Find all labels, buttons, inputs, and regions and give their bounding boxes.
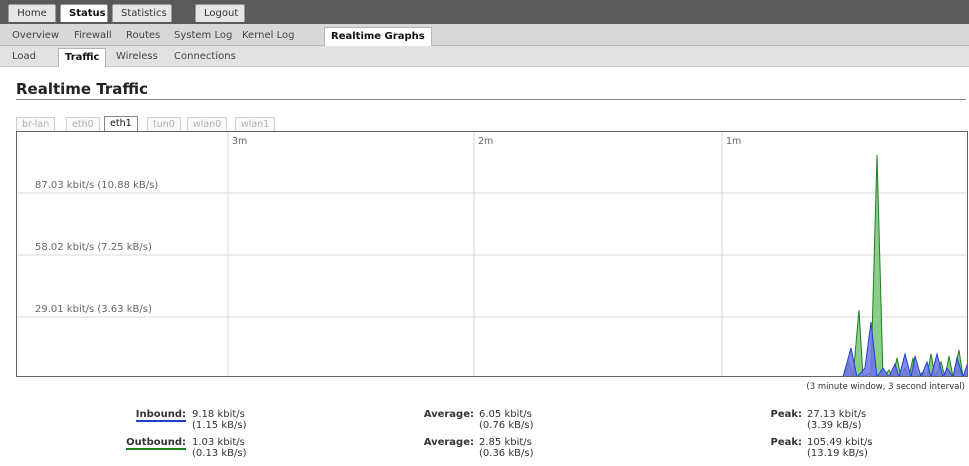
menu-logout[interactable]: Logout xyxy=(195,4,245,22)
tab-br-lan[interactable]: br-lan xyxy=(16,117,56,132)
outbound-current: 1.03 kbit/s (0.13 kB/s) xyxy=(192,437,247,459)
inbound-average: 6.05 kbit/s (0.76 kB/s) xyxy=(479,409,534,431)
page-title: Realtime Traffic xyxy=(16,80,149,98)
graphs-submenu: Load Traffic Wireless Connections xyxy=(0,46,969,67)
submenu-traffic[interactable]: Traffic xyxy=(58,48,107,67)
submenu-routes[interactable]: Routes xyxy=(120,27,166,45)
inbound-label: Inbound: xyxy=(135,409,186,422)
title-divider xyxy=(16,99,966,100)
top-menu-bar: Home Status Statistics Logout xyxy=(0,0,969,24)
window-note: (3 minute window, 3 second interval) xyxy=(806,382,965,392)
submenu-connections[interactable]: Connections xyxy=(168,48,242,66)
outbound-label: Outbound: xyxy=(126,437,186,450)
y-label-29: 29.01 kbit/s (3.63 kB/s) xyxy=(35,304,152,315)
submenu-firewall[interactable]: Firewall xyxy=(68,27,118,45)
tab-tun0[interactable]: tun0 xyxy=(147,117,181,132)
outbound-average-label: Average: xyxy=(423,437,474,448)
submenu-realtime-graphs[interactable]: Realtime Graphs xyxy=(324,27,432,46)
menu-home[interactable]: Home xyxy=(8,4,56,22)
submenu-system-log[interactable]: System Log xyxy=(168,27,238,45)
tab-eth1[interactable]: eth1 xyxy=(104,116,138,132)
y-label-58: 58.02 kbit/s (7.25 kB/s) xyxy=(35,242,152,253)
inbound-average-label: Average: xyxy=(423,409,474,420)
submenu-load[interactable]: Load xyxy=(6,48,42,66)
outbound-peak-label: Peak: xyxy=(770,437,802,448)
outbound-average: 2.85 kbit/s (0.36 kB/s) xyxy=(479,437,534,459)
tab-eth0[interactable]: eth0 xyxy=(66,117,100,132)
inbound-current: 9.18 kbit/s (1.15 kB/s) xyxy=(192,409,247,431)
status-submenu: Overview Firewall Routes System Log Kern… xyxy=(0,24,969,46)
submenu-overview[interactable]: Overview xyxy=(6,27,65,45)
y-label-87: 87.03 kbit/s (10.88 kB/s) xyxy=(35,180,159,191)
inbound-peak-label: Peak: xyxy=(770,409,802,420)
submenu-wireless[interactable]: Wireless xyxy=(110,48,164,66)
submenu-kernel-log[interactable]: Kernel Log xyxy=(236,27,300,45)
tab-wlan0[interactable]: wlan0 xyxy=(187,117,228,132)
menu-status[interactable]: Status xyxy=(60,4,108,22)
traffic-graph: 3m 2m 1m 87.03 kbit/s (10.88 kB/s) 58.02… xyxy=(16,131,968,377)
outbound-area xyxy=(842,154,967,376)
traffic-graph-svg xyxy=(17,132,967,376)
x-label-2m: 2m xyxy=(478,136,494,147)
menu-statistics[interactable]: Statistics xyxy=(112,4,172,22)
x-label-3m: 3m xyxy=(232,136,248,147)
inbound-peak: 27.13 kbit/s (3.39 kB/s) xyxy=(807,409,867,431)
outbound-peak: 105.49 kbit/s (13.19 kB/s) xyxy=(807,437,873,459)
x-label-1m: 1m xyxy=(726,136,742,147)
tab-wlan1[interactable]: wlan1 xyxy=(235,117,276,132)
